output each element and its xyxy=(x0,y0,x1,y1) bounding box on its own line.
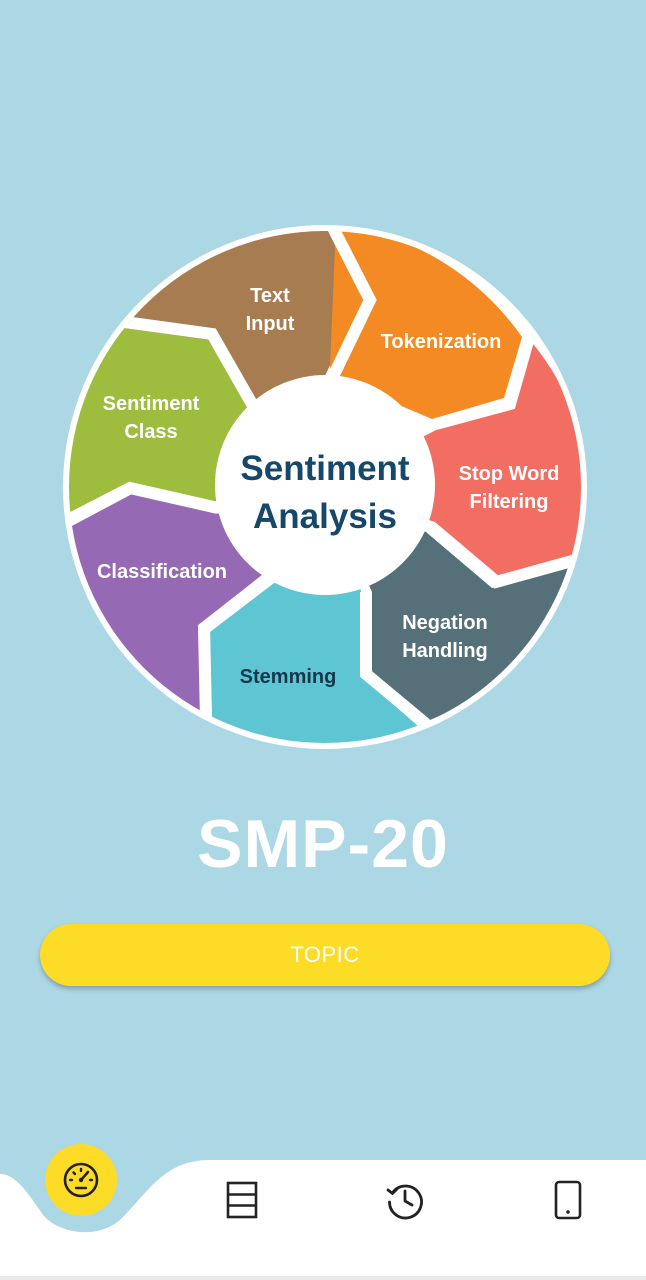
app-title: SMP-20 xyxy=(197,806,449,882)
bottom-navigation xyxy=(0,1130,646,1280)
nav-device-button[interactable] xyxy=(546,1178,590,1222)
nav-list-button[interactable] xyxy=(220,1178,264,1222)
segment-label-classification: Classification xyxy=(97,561,227,583)
segment-label-class: Class xyxy=(124,421,177,443)
sentiment-analysis-infographic: Sentiment Analysis Text Input Tokenizati… xyxy=(60,222,590,752)
speedometer-icon xyxy=(61,1160,101,1200)
topic-button[interactable]: TOPIC xyxy=(40,924,610,986)
segment-label-stemming: Stemming xyxy=(240,666,337,688)
segment-label-stop-word: Stop Word xyxy=(459,463,560,485)
segment-label-tokenization: Tokenization xyxy=(381,331,502,353)
segment-label-input: Input xyxy=(246,313,295,335)
segment-label-sentiment: Sentiment xyxy=(103,393,200,415)
dashboard-fab-button[interactable] xyxy=(45,1144,117,1216)
segment-label-negation: Negation xyxy=(402,612,488,634)
segment-label-text: Text xyxy=(250,285,290,307)
list-icon xyxy=(226,1181,258,1219)
segment-label-filtering: Filtering xyxy=(470,491,549,513)
segment-label-handling: Handling xyxy=(402,640,488,662)
phone-icon xyxy=(554,1180,582,1220)
center-title-line1: Sentiment xyxy=(240,449,410,488)
nav-history-button[interactable] xyxy=(383,1178,427,1222)
center-title-line2: Analysis xyxy=(253,497,397,536)
history-icon xyxy=(385,1180,425,1220)
